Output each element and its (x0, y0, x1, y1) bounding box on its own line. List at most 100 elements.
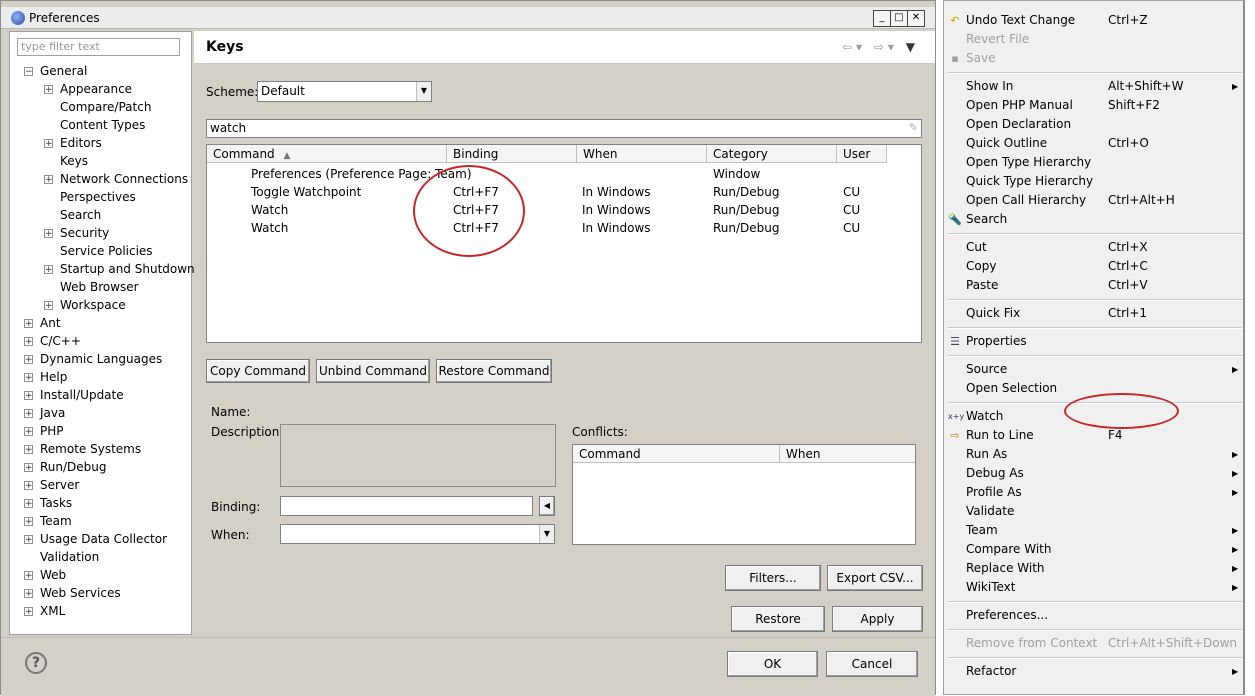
expand-icon[interactable]: + (24, 535, 33, 545)
menu-item-source[interactable]: Source ▶ (944, 360, 1244, 379)
menu-item-run-as[interactable]: Run As ▶ (944, 445, 1244, 464)
description-field[interactable] (280, 424, 556, 487)
menu-item-profile-as[interactable]: Profile As ▶ (944, 483, 1244, 502)
tree-item[interactable]: Usage Data Collector (40, 530, 167, 548)
tree-item[interactable]: PHP (40, 422, 64, 440)
tree-item[interactable]: C/C++ (40, 332, 81, 350)
tree-item[interactable]: Help (40, 368, 67, 386)
column-header-command[interactable]: Command ▲ (207, 145, 447, 163)
restore-command-button[interactable]: Restore Command (436, 359, 552, 383)
tree-item[interactable]: Editors (60, 134, 102, 152)
menu-item-properties[interactable]: ☰ Properties (944, 332, 1244, 351)
expand-icon[interactable]: + (24, 499, 33, 509)
binding-menu-button[interactable]: ◀ (539, 496, 555, 516)
menu-item-open-declaration[interactable]: Open Declaration (944, 115, 1244, 134)
menu-item-refactor[interactable]: Refactor ▶ (944, 662, 1244, 681)
table-row[interactable]: Toggle Watchpoint Ctrl+F7 In Windows Run/De… (207, 183, 921, 201)
tree-item[interactable]: Dynamic Languages (40, 350, 162, 368)
menu-item-validate[interactable]: Validate (944, 502, 1244, 521)
copy-command-button[interactable]: Copy Command (206, 359, 310, 383)
menu-item-wikitext[interactable]: WikiText ▶ (944, 578, 1244, 597)
search-input[interactable]: watch ✎ (206, 119, 922, 138)
menu-item-quick-type-hierarchy[interactable]: Quick Type Hierarchy (944, 172, 1244, 191)
menu-item-save[interactable]: ▪ Save (944, 49, 1244, 68)
tree-item[interactable]: Remote Systems (40, 440, 141, 458)
unbind-command-button[interactable]: Unbind Command (316, 359, 430, 383)
tree-item[interactable]: Validation (40, 548, 99, 566)
tree-item[interactable]: Compare/Patch (60, 98, 151, 116)
tree-item[interactable]: Startup and Shutdown (60, 260, 195, 278)
column-header-binding[interactable]: Binding (447, 145, 577, 163)
tree-item[interactable]: Server (40, 476, 79, 494)
apply-button[interactable]: Apply (832, 606, 923, 632)
expand-icon[interactable]: + (24, 463, 33, 473)
expand-icon[interactable]: + (24, 373, 33, 383)
menu-item-cut[interactable]: Cut Ctrl+X (944, 238, 1244, 257)
expand-icon[interactable]: + (24, 391, 33, 401)
table-row[interactable]: Watch Ctrl+F7 In Windows Run/Debug CU (207, 219, 921, 237)
menu-item-replace-with[interactable]: Replace With ▶ (944, 559, 1244, 578)
tree-item[interactable]: Workspace (60, 296, 126, 314)
menu-item-open-type-hierarchy[interactable]: Open Type Hierarchy (944, 153, 1244, 172)
back-arrow-icon[interactable]: ⇦▾ (842, 40, 866, 54)
column-header-category[interactable]: Category (707, 145, 837, 163)
menu-item-remove-from-context[interactable]: Remove from Context Ctrl+Alt+Shift+Down (944, 634, 1244, 653)
tree-item[interactable]: Team (40, 512, 72, 530)
conflicts-header-when[interactable]: When (780, 445, 915, 463)
menu-item-run-to-line[interactable]: ⇨ Run to Line F4 (944, 426, 1244, 445)
expand-icon[interactable]: + (24, 355, 33, 365)
tree-item[interactable]: Search (60, 206, 101, 224)
menu-item-preferences[interactable]: Preferences... (944, 606, 1244, 625)
tree-item[interactable]: Ant (40, 314, 61, 332)
menu-item-open-call-hierarchy[interactable]: Open Call Hierarchy Ctrl+Alt+H (944, 191, 1244, 210)
collapse-icon[interactable]: − (24, 67, 33, 77)
binding-input[interactable] (280, 496, 533, 516)
tree-item[interactable]: Network Connections (60, 170, 188, 188)
menu-item-show-in[interactable]: Show In Alt+Shift+W ▶ (944, 77, 1244, 96)
tree-item[interactable]: Service Policies (60, 242, 153, 260)
menu-item-copy[interactable]: Copy Ctrl+C (944, 257, 1244, 276)
expand-icon[interactable]: + (44, 301, 53, 311)
expand-icon[interactable]: + (24, 571, 33, 581)
tree-item[interactable]: Content Types (60, 116, 145, 134)
forward-arrow-icon[interactable]: ⇨▾ (874, 40, 898, 54)
cancel-button[interactable]: Cancel (826, 651, 918, 677)
filter-input[interactable]: type filter text (17, 38, 180, 56)
menu-item-quick-outline[interactable]: Quick Outline Ctrl+O (944, 134, 1244, 153)
menu-item-team[interactable]: Team ▶ (944, 521, 1244, 540)
menu-item-search[interactable]: 🔦 Search (944, 210, 1244, 229)
tree-item[interactable]: Java (40, 404, 65, 422)
tree-item[interactable]: Web Browser (60, 278, 139, 296)
expand-icon[interactable]: + (44, 175, 53, 185)
menu-item-paste[interactable]: Paste Ctrl+V (944, 276, 1244, 295)
tree-item[interactable]: Tasks (40, 494, 72, 512)
tree-item[interactable]: XML (40, 602, 65, 620)
export-csv-button[interactable]: Export CSV... (827, 565, 923, 591)
menu-item-debug-as[interactable]: Debug As ▶ (944, 464, 1244, 483)
menu-item-compare-with[interactable]: Compare With ▶ (944, 540, 1244, 559)
menu-item-open-php-manual[interactable]: Open PHP Manual Shift+F2 (944, 96, 1244, 115)
expand-icon[interactable]: + (44, 85, 53, 95)
scheme-select[interactable]: Default ▼ (257, 81, 432, 102)
expand-icon[interactable]: + (24, 427, 33, 437)
column-header-when[interactable]: When (577, 145, 707, 163)
table-row[interactable]: Preferences (Preference Page: Team) Windo… (207, 165, 921, 183)
when-select[interactable]: ▼ (280, 524, 555, 544)
tree-item[interactable]: Web (40, 566, 66, 584)
clear-icon[interactable]: ✎ (909, 120, 918, 136)
expand-icon[interactable]: + (24, 607, 33, 617)
filters-button[interactable]: Filters... (725, 565, 821, 591)
expand-icon[interactable]: + (24, 445, 33, 455)
close-button[interactable]: ✕ (907, 10, 925, 27)
menu-item-revert-file[interactable]: Revert File (944, 30, 1244, 49)
tree-item[interactable]: Security (60, 224, 109, 242)
tree-item[interactable]: Run/Debug (40, 458, 107, 476)
expand-icon[interactable]: + (24, 319, 33, 329)
tree-item[interactable]: General (40, 62, 87, 80)
tree-item[interactable]: Web Services (40, 584, 121, 602)
expand-icon[interactable]: + (44, 139, 53, 149)
help-icon[interactable]: ? (25, 652, 47, 674)
table-row[interactable]: Watch Ctrl+F7 In Windows Run/Debug CU (207, 201, 921, 219)
maximize-button[interactable]: □ (890, 10, 908, 27)
tree-item[interactable]: Appearance (60, 80, 132, 98)
